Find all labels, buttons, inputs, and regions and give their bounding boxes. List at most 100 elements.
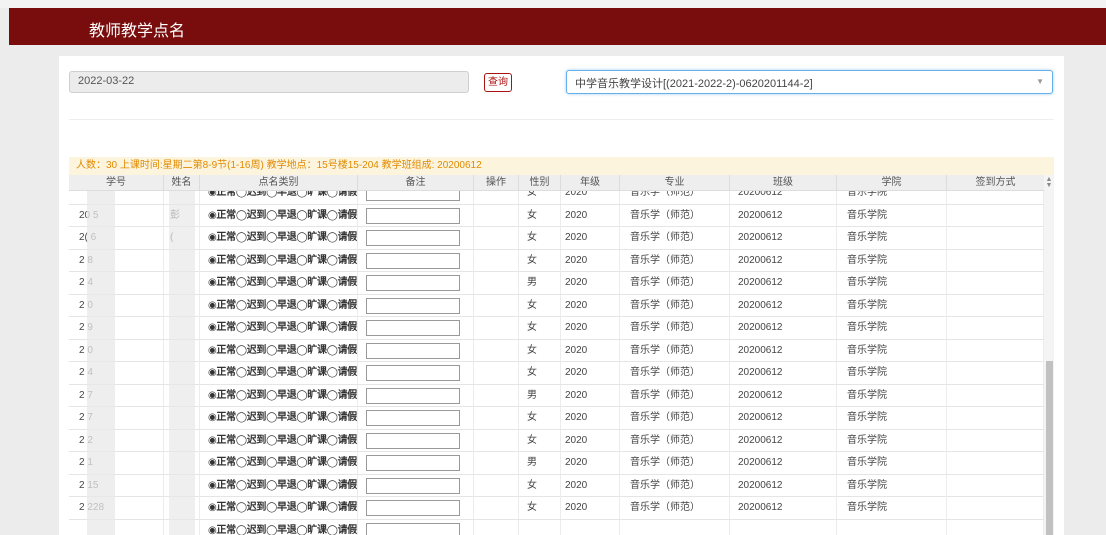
note-input[interactable] [366,365,460,381]
note-input[interactable] [366,477,460,494]
attendance-radio-group[interactable]: ◉正常◯迟到◯早退◯旷课◯请假 [200,294,358,317]
attendance-options[interactable]: ◉正常◯迟到◯早退◯旷课◯请假 [208,277,357,288]
scroll-arrows-icon[interactable]: ▲ ▼ [1044,176,1054,189]
attendance-options[interactable]: ◉正常◯迟到◯早退◯旷课◯请假 [208,367,357,378]
column-header[interactable]: 备注 [358,175,474,191]
course-select[interactable]: 中学音乐教学设计[(2021-2022-2)-0620201144-2] ▼ [566,70,1053,94]
cell-major: 音乐学（师范） [620,227,730,249]
operation-cell [474,272,519,294]
cell-id: 2 8 [69,249,164,272]
attendance-radio-group[interactable]: ◉正常◯迟到◯早退◯旷课◯请假 [200,519,358,535]
cell-college: 音乐学院 [837,384,947,407]
sign-method-cell [947,519,1044,535]
attendance-options[interactable]: ◉正常◯迟到◯早退◯旷课◯请假 [208,191,357,198]
note-input[interactable] [366,387,460,404]
attendance-radio-group[interactable]: ◉正常◯迟到◯早退◯旷课◯请假 [200,339,358,362]
table-row: 2 7 ◉正常◯迟到◯早退◯旷课◯请假 女 2020 音乐学（师范） 20200612 音乐… [69,407,1044,430]
attendance-radio-group[interactable]: ◉正常◯迟到◯早退◯旷课◯请假 [200,191,358,204]
attendance-radio-group[interactable]: ◉正常◯迟到◯早退◯旷课◯请假 [200,429,358,452]
table-row: ◉正常◯迟到◯早退◯旷课◯请假 女 2020 音乐学（师范） 20200612 音乐学院 [69,191,1044,205]
note-input[interactable] [366,342,460,359]
note-input[interactable] [366,230,460,246]
attendance-options[interactable]: ◉正常◯迟到◯早退◯旷课◯请假 [208,255,357,266]
note-input[interactable] [366,207,460,224]
attendance-radio-group[interactable]: ◉正常◯迟到◯早退◯旷课◯请假 [200,474,358,497]
cell-grade: 2020 [561,497,620,519]
query-button[interactable]: 查询 [484,73,512,92]
scrollbar-thumb[interactable] [1046,361,1053,535]
attendance-radio-group[interactable]: ◉正常◯迟到◯早退◯旷课◯请假 [200,227,358,249]
attendance-radio-group[interactable]: ◉正常◯迟到◯早退◯旷课◯请假 [200,249,358,272]
attendance-options[interactable]: ◉正常◯迟到◯早退◯旷课◯请假 [208,435,357,446]
table-row: 2 0 ◉正常◯迟到◯早退◯旷课◯请假 女 2020 音乐学（师范） 20200612 音乐… [69,294,1044,317]
attendance-radio-group[interactable]: ◉正常◯迟到◯早退◯旷课◯请假 [200,317,358,339]
attendance-radio-group[interactable]: ◉正常◯迟到◯早退◯旷课◯请假 [200,407,358,429]
note-input[interactable] [366,191,460,201]
attendance-radio-group[interactable]: ◉正常◯迟到◯早退◯旷课◯请假 [200,452,358,474]
column-header[interactable]: 年级 [561,175,620,191]
attendance-options[interactable]: ◉正常◯迟到◯早退◯旷课◯请假 [208,457,357,468]
cell-college: 音乐学院 [837,429,947,452]
cell-college [837,519,947,535]
column-header[interactable]: 签到方式 [947,175,1044,191]
attendance-options[interactable]: ◉正常◯迟到◯早退◯旷课◯请假 [208,300,357,311]
note-cell [358,407,474,429]
cell-id: 2 7 [69,384,164,407]
column-header[interactable]: 姓名 [164,175,200,191]
cell-gender: 女 [519,339,561,362]
sign-method-cell [947,429,1044,452]
note-input[interactable] [366,455,460,471]
attendance-options[interactable]: ◉正常◯迟到◯早退◯旷课◯请假 [208,480,357,491]
note-input[interactable] [366,522,460,535]
table-row: 2 4 ◉正常◯迟到◯早退◯旷课◯请假 男 2020 音乐学（师范） 20200612 音乐… [69,272,1044,295]
attendance-radio-group[interactable]: ◉正常◯迟到◯早退◯旷课◯请假 [200,497,358,519]
sign-method-cell [947,497,1044,519]
table-row: 2 228 ◉正常◯迟到◯早退◯旷课◯请假 女2020音乐学（师范）20200612… [69,497,1044,520]
cell-class: 20200612 [730,272,837,294]
note-input[interactable] [366,500,460,516]
cell-grade: 2020 [561,429,620,452]
cell-gender: 女 [519,191,561,204]
column-header[interactable]: 班级 [730,175,837,191]
column-header[interactable]: 学号 [69,175,164,191]
date-input[interactable]: 2022-03-22 [69,71,469,93]
operation-cell [474,249,519,272]
cell-class: 20200612 [730,204,837,227]
attendance-options[interactable]: ◉正常◯迟到◯早退◯旷课◯请假 [208,525,357,535]
note-input[interactable] [366,410,460,426]
note-input[interactable] [366,275,460,291]
attendance-options[interactable]: ◉正常◯迟到◯早退◯旷课◯请假 [208,412,357,423]
attendance-options[interactable]: ◉正常◯迟到◯早退◯旷课◯请假 [208,210,357,221]
column-header[interactable]: 学院 [837,175,947,191]
note-input[interactable] [366,432,460,449]
note-input[interactable] [366,320,460,336]
note-input[interactable] [366,252,460,269]
sign-method-cell [947,191,1044,204]
column-header[interactable]: 专业 [620,175,730,191]
cell-grade: 2020 [561,191,620,204]
column-header[interactable]: 操作 [474,175,519,191]
cell-class: 20200612 [730,294,837,317]
cell-class: 20200612 [730,362,837,384]
cell-grade: 2020 [561,339,620,362]
cell-grade: 2020 [561,452,620,474]
attendance-options[interactable]: ◉正常◯迟到◯早退◯旷课◯请假 [208,345,357,356]
attendance-options[interactable]: ◉正常◯迟到◯早退◯旷课◯请假 [208,232,357,243]
cell-major: 音乐学（师范） [620,249,730,272]
table-row: 2 0 ◉正常◯迟到◯早退◯旷课◯请假 女 2020 音乐学（师范） 20200612 音乐… [69,339,1044,362]
cell-class: 20200612 [730,407,837,429]
attendance-options[interactable]: ◉正常◯迟到◯早退◯旷课◯请假 [208,322,357,333]
attendance-options[interactable]: ◉正常◯迟到◯早退◯旷课◯请假 [208,502,357,513]
note-input[interactable] [366,297,460,314]
column-header[interactable]: 点名类别 [200,175,358,191]
attendance-radio-group[interactable]: ◉正常◯迟到◯早退◯旷课◯请假 [200,204,358,227]
cell-major: 音乐学（师范） [620,191,730,204]
attendance-radio-group[interactable]: ◉正常◯迟到◯早退◯旷课◯请假 [200,272,358,294]
attendance-radio-group[interactable]: ◉正常◯迟到◯早退◯旷课◯请假 [200,384,358,407]
cell-major: 音乐学（师范） [620,294,730,317]
attendance-options[interactable]: ◉正常◯迟到◯早退◯旷课◯请假 [208,390,357,401]
cell-gender: 女 [519,294,561,317]
column-header[interactable]: 性别 [519,175,561,191]
scrollbar[interactable]: ▲ ▼ [1044,175,1054,535]
attendance-radio-group[interactable]: ◉正常◯迟到◯早退◯旷课◯请假 [200,362,358,384]
